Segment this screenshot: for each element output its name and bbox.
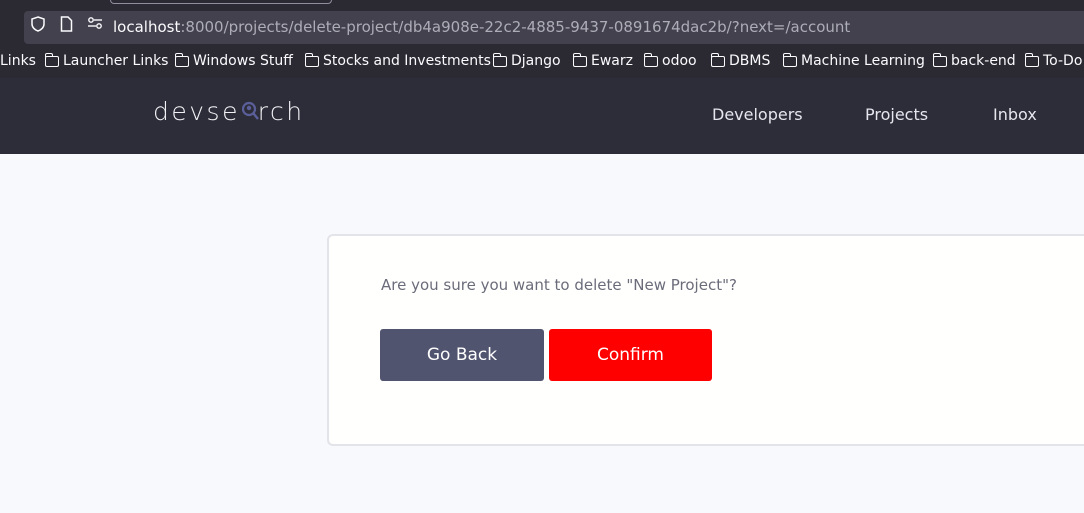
bookmark-label: Ewarz xyxy=(591,53,633,69)
logo-magnifier: a xyxy=(240,97,259,126)
nav-inbox[interactable]: Inbox xyxy=(993,105,1037,124)
nav-projects[interactable]: Projects xyxy=(865,105,928,124)
bookmark-label: To-Do xyxy=(1043,53,1083,69)
bookmark-label: DBMS xyxy=(729,53,771,69)
bookmark-label: Windows Stuff xyxy=(193,53,293,69)
folder-icon xyxy=(492,52,507,67)
folder-icon xyxy=(44,52,59,67)
bookmark-label: Launcher Links xyxy=(63,53,169,69)
bookmark-machine-learning[interactable]: Machine Learning xyxy=(782,52,925,69)
bookmark-launcher-links[interactable]: Launcher Links xyxy=(44,52,169,69)
bookmark-windows-stuff[interactable]: Windows Stuff xyxy=(174,52,293,69)
bookmark-label: back-end xyxy=(951,53,1016,69)
folder-icon xyxy=(932,52,947,67)
site-header: devsearch Developers Projects Inbox xyxy=(0,78,1084,154)
active-tab-edge[interactable] xyxy=(110,0,332,4)
url-host: localhost xyxy=(113,18,181,36)
folder-icon xyxy=(304,52,319,67)
bookmark-links[interactable]: Links xyxy=(0,53,36,69)
logo-text-end: rch xyxy=(257,97,305,126)
bookmark-label: odoo xyxy=(662,53,697,69)
bookmark-back-end[interactable]: back-end xyxy=(932,52,1016,69)
bookmark-label: Machine Learning xyxy=(801,53,925,69)
url-text[interactable]: localhost:8000/projects/delete-project/d… xyxy=(113,18,850,36)
logo-text-start: devse xyxy=(153,97,240,126)
folder-icon xyxy=(782,52,797,67)
url-path: :8000/projects/delete-project/db4a908e-2… xyxy=(180,18,851,36)
bookmark-stocks[interactable]: Stocks and Investments xyxy=(304,52,491,69)
bookmark-to-do[interactable]: To-Do xyxy=(1024,52,1083,69)
site-logo[interactable]: devsearch xyxy=(153,97,305,126)
shield-icon[interactable] xyxy=(31,16,45,37)
browser-toolbar: localhost:8000/projects/delete-project/d… xyxy=(0,0,1084,44)
bookmark-label: Django xyxy=(511,53,561,69)
page-icon[interactable] xyxy=(60,16,73,37)
bookmark-label: Links xyxy=(0,53,36,69)
folder-icon xyxy=(174,52,189,67)
delete-confirm-card: Are you sure you want to delete "New Pro… xyxy=(327,234,1084,446)
folder-icon xyxy=(572,52,587,67)
folder-icon xyxy=(643,52,658,67)
bookmark-django[interactable]: Django xyxy=(492,52,561,69)
permissions-icon[interactable] xyxy=(87,16,103,35)
folder-icon xyxy=(710,52,725,67)
go-back-button[interactable]: Go Back xyxy=(380,329,544,381)
bookmark-odoo[interactable]: odoo xyxy=(643,52,697,69)
delete-question: Are you sure you want to delete "New Pro… xyxy=(381,276,737,294)
nav-developers[interactable]: Developers xyxy=(712,105,803,124)
bookmark-dbms[interactable]: DBMS xyxy=(710,52,771,69)
confirm-button[interactable]: Confirm xyxy=(549,329,712,381)
bookmarks-toolbar: Links Launcher Links Windows Stuff Stock… xyxy=(0,44,1084,78)
folder-icon xyxy=(1024,52,1039,67)
bookmark-label: Stocks and Investments xyxy=(323,53,491,69)
bookmark-ewarz[interactable]: Ewarz xyxy=(572,52,633,69)
